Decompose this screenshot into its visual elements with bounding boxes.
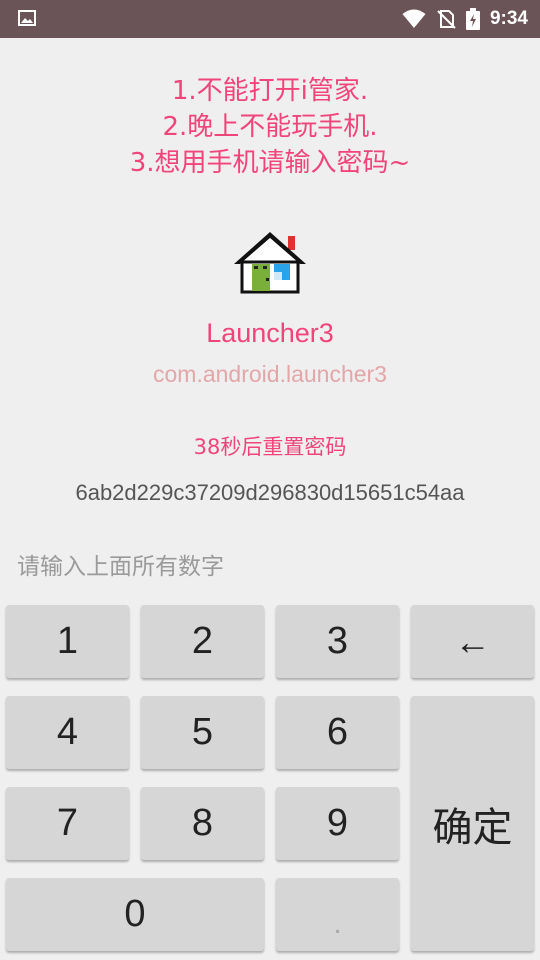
rule-line-2: 2.晚上不能玩手机.	[162, 112, 378, 142]
password-input[interactable]: 请输入上面所有数字	[17, 547, 224, 581]
launcher-house-icon	[234, 232, 306, 294]
package-name: com.android.launcher3	[153, 361, 387, 387]
key-3[interactable]: 3	[276, 605, 399, 678]
key-6[interactable]: 6	[276, 696, 399, 769]
rule-line-3: 3.想用手机请输入密码~	[129, 148, 411, 178]
key-7[interactable]: 7	[6, 787, 129, 860]
key-1[interactable]: 1	[6, 605, 129, 678]
confirm-button[interactable]: 确定	[411, 696, 534, 951]
app-name: Launcher3	[206, 318, 334, 348]
key-dot[interactable]: .	[276, 878, 399, 951]
key-9[interactable]: 9	[276, 787, 399, 860]
reset-countdown: 38秒后重置密码	[193, 435, 347, 459]
key-5[interactable]: 5	[141, 696, 264, 769]
key-2[interactable]: 2	[141, 605, 264, 678]
rules-notice: 1.不能打开i管家. 2.晚上不能玩手机. 3.想用手机请输入密码~	[0, 73, 540, 181]
key-4[interactable]: 4	[6, 696, 129, 769]
gallery-icon	[18, 10, 36, 26]
status-bar: 9:34	[0, 0, 540, 38]
wifi-icon	[402, 9, 426, 28]
no-sim-icon	[437, 10, 456, 29]
clock: 9:34	[489, 8, 528, 29]
key-8[interactable]: 8	[141, 787, 264, 860]
rule-line-1: 1.不能打开i管家.	[171, 76, 369, 106]
backspace-key[interactable]: ←	[411, 605, 534, 678]
password-code: 6ab2d229c37209d296830d15651c54aa	[75, 480, 465, 505]
key-0[interactable]: 0	[6, 878, 264, 951]
battery-charging-icon	[465, 8, 480, 30]
